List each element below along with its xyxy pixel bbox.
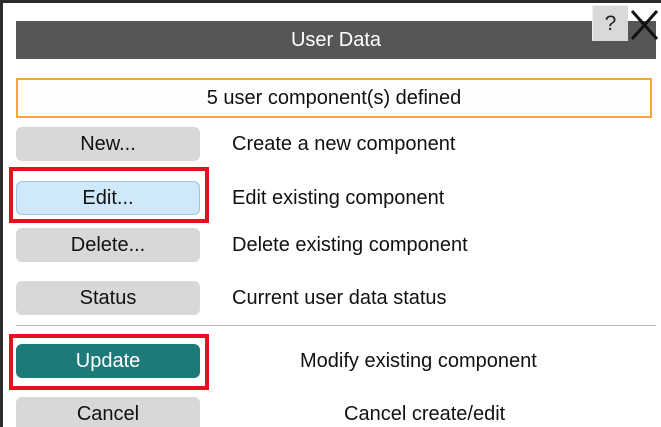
help-icon[interactable]: ? xyxy=(592,5,628,41)
status-description: Current user data status xyxy=(232,287,447,309)
new-description: Create a new component xyxy=(232,133,456,155)
delete-description: Delete existing component xyxy=(232,234,468,256)
window-border-top xyxy=(0,0,661,3)
status-message: 5 user component(s) defined xyxy=(16,78,652,118)
update-button[interactable]: Update xyxy=(16,344,200,378)
cancel-description: Cancel create/edit xyxy=(344,403,506,425)
status-button[interactable]: Status xyxy=(16,281,200,315)
window-border-left xyxy=(0,0,3,427)
dialog-title: User Data xyxy=(290,29,382,51)
close-icon[interactable] xyxy=(628,5,661,45)
user-data-dialog: User Data ? 5 user component(s) defined … xyxy=(0,0,661,427)
new-button[interactable]: New... xyxy=(16,127,200,161)
section-divider xyxy=(16,325,656,326)
delete-button[interactable]: Delete... xyxy=(16,228,200,262)
cancel-button[interactable]: Cancel xyxy=(16,397,200,427)
dialog-title-bar: User Data xyxy=(16,21,656,59)
edit-description: Edit existing component xyxy=(232,187,445,209)
update-description: Modify existing component xyxy=(300,350,537,372)
edit-button[interactable]: Edit... xyxy=(16,181,200,215)
